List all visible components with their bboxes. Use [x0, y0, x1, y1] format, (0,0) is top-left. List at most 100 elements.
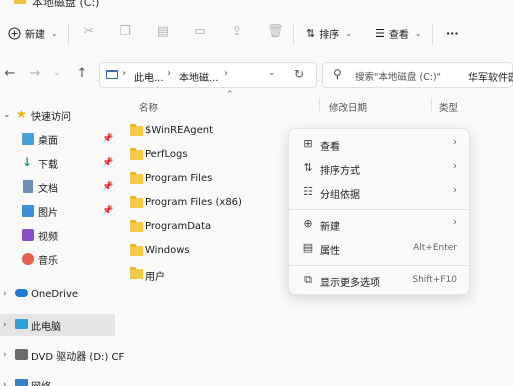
search-placeholder: 搜索"本地磁盘 (C:)"	[355, 72, 442, 83]
pin-icon[interactable]: 📌	[102, 158, 113, 168]
address-dropdown-icon[interactable]: ⌄	[268, 68, 276, 78]
menu-item-group[interactable]: ☷ 分组依据 ›	[293, 181, 467, 203]
sidebar-item-dvd-drive[interactable]: › DVD 驱动器 (D:) CF	[0, 344, 124, 366]
breadcrumb-local-disk[interactable]: 本地磁...	[179, 69, 219, 84]
chevron-right-icon: ›	[453, 217, 457, 228]
sidebar-item-this-pc[interactable]: › 此电脑	[0, 314, 115, 336]
back-arrow-icon[interactable]: ←	[3, 66, 17, 81]
sidebar-item-label: 文档	[38, 183, 58, 195]
sort-button-label: 排序	[319, 29, 340, 41]
refresh-icon[interactable]: ↻	[294, 67, 304, 81]
menu-item-properties[interactable]: ▤ 属性 Alt+Enter	[293, 237, 467, 259]
sidebar-item-label: OneDrive	[31, 288, 79, 300]
command-bar: 新建 ⌄ ✂ ❐ ▤ ▭ ⇪ 🗑 ⇅ 排序 ⌄ ☰ 查看 ⌄ ···	[0, 14, 513, 52]
new-button[interactable]: 新建 ⌄	[8, 24, 58, 42]
pin-icon[interactable]: 📌	[102, 134, 113, 144]
divider	[68, 24, 69, 44]
properties-icon: ▤	[302, 241, 314, 254]
divider	[432, 24, 433, 44]
folder-icon	[130, 124, 143, 136]
chevron-right-icon[interactable]: ›	[3, 289, 7, 299]
rename-icon[interactable]: ▭	[193, 25, 207, 39]
plus-circle-icon: ⊕	[303, 217, 313, 230]
menu-item-label: 排序方式	[320, 166, 360, 177]
sidebar-item-music[interactable]: 音乐	[0, 248, 115, 270]
chevron-right-icon: ›	[453, 137, 457, 148]
sidebar-item-label: 此电脑	[31, 321, 61, 333]
address-bar[interactable]: › 此电... › 本地磁... › ⌄ ↻	[99, 62, 317, 88]
chevron-right-icon: ›	[453, 161, 457, 172]
more-button[interactable]: ···	[446, 24, 459, 42]
sidebar-item-label: DVD 驱动器 (D:) CF	[31, 351, 125, 363]
chevron-right-icon[interactable]: ›	[3, 320, 7, 330]
menu-item-new[interactable]: ⊕ 新建 ›	[293, 213, 467, 235]
pin-icon[interactable]: 📌	[102, 182, 113, 192]
address-row: ← → ⌄ ↑ › 此电... › 本地磁... › ⌄ ↻ ⚲ 搜索"本地磁盘…	[0, 58, 513, 90]
file-name: Program Files	[145, 173, 213, 184]
share-icon[interactable]: ⇪	[230, 25, 244, 39]
computer-icon	[15, 319, 28, 329]
copy-icon[interactable]: ❐	[118, 25, 132, 39]
breadcrumb-separator: ›	[122, 68, 126, 79]
breadcrumb-separator: ›	[224, 68, 228, 79]
breadcrumb-this-pc[interactable]: 此电...	[134, 69, 164, 84]
column-divider[interactable]	[319, 98, 320, 112]
grid-icon: ⊞	[303, 137, 313, 150]
menu-item-sort[interactable]: ⇅ 排序方式 ›	[293, 157, 467, 179]
menu-divider	[289, 209, 469, 210]
menu-divider	[289, 265, 469, 266]
picture-icon	[22, 205, 34, 217]
menu-item-view[interactable]: ⊞ 查看 ›	[293, 133, 467, 155]
download-icon: ↓	[22, 155, 33, 169]
video-icon	[22, 229, 34, 241]
chevron-right-icon[interactable]: ›	[3, 380, 7, 386]
menu-item-label: 查看	[320, 142, 340, 153]
open-external-icon: ⧉	[304, 273, 312, 286]
paste-icon[interactable]: ▤	[156, 25, 170, 39]
folder-icon	[130, 172, 143, 184]
sidebar-item-onedrive[interactable]: › OneDrive	[0, 283, 115, 305]
sort-icon: ⇅	[303, 161, 313, 174]
sidebar-item-quick-access[interactable]: ⌄ ★ 快速访问	[0, 104, 115, 126]
chevron-right-icon: ›	[453, 185, 457, 196]
pin-icon[interactable]: 📌	[102, 206, 113, 216]
folder-icon	[130, 244, 143, 256]
file-name: Program Files (x86)	[145, 197, 242, 208]
sidebar-item-downloads[interactable]: ↓ 下载 📌	[0, 152, 115, 174]
chevron-down-icon[interactable]: ⌄	[3, 110, 11, 120]
folder-icon	[130, 148, 143, 160]
group-icon: ☷	[303, 185, 313, 198]
menu-item-label: 新建	[320, 222, 340, 233]
music-icon	[22, 253, 34, 265]
chevron-right-icon[interactable]: ›	[3, 350, 7, 360]
watermark-text: 华军软件园	[468, 73, 513, 84]
sidebar-item-network[interactable]: › 网络	[0, 374, 115, 386]
desktop-icon	[22, 133, 34, 145]
file-name: 用户	[145, 272, 165, 283]
column-divider[interactable]	[431, 98, 432, 112]
delete-icon[interactable]: 🗑	[267, 25, 284, 39]
sidebar-item-pictures[interactable]: 图片 📌	[0, 200, 115, 222]
column-header-modified[interactable]: 修改日期	[329, 100, 367, 114]
view-button[interactable]: ☰ 查看 ⌄	[375, 24, 422, 42]
sidebar-item-label: 快速访问	[31, 111, 71, 123]
column-header-type[interactable]: 类型	[439, 100, 458, 114]
menu-item-show-more-options[interactable]: ⧉ 显示更多选项 Shift+F10	[293, 269, 467, 291]
recent-chevron-icon[interactable]: ⌄	[50, 68, 64, 78]
search-input[interactable]: ⚲ 搜索"本地磁盘 (C:)" 华军软件园	[322, 62, 513, 88]
menu-item-label: 显示更多选项	[320, 278, 380, 289]
sort-button[interactable]: ⇅ 排序 ⌄	[306, 24, 352, 42]
sidebar-item-documents[interactable]: 文档 📌	[0, 176, 115, 198]
divider	[293, 24, 294, 44]
sidebar-item-label: 下载	[38, 159, 58, 171]
chevron-down-icon: ⌄	[414, 28, 422, 38]
sidebar-item-videos[interactable]: 视频	[0, 224, 115, 246]
sidebar-item-desktop[interactable]: 桌面 📌	[0, 128, 115, 150]
column-header-name[interactable]: 名称	[139, 100, 158, 114]
window-title: 本地磁盘 (C:)	[32, 0, 100, 9]
disc-icon	[15, 349, 28, 360]
cut-icon[interactable]: ✂	[82, 25, 96, 39]
sidebar-item-label: 桌面	[38, 135, 58, 147]
forward-arrow-icon[interactable]: →	[28, 66, 42, 81]
up-arrow-icon[interactable]: ↑	[75, 66, 89, 81]
